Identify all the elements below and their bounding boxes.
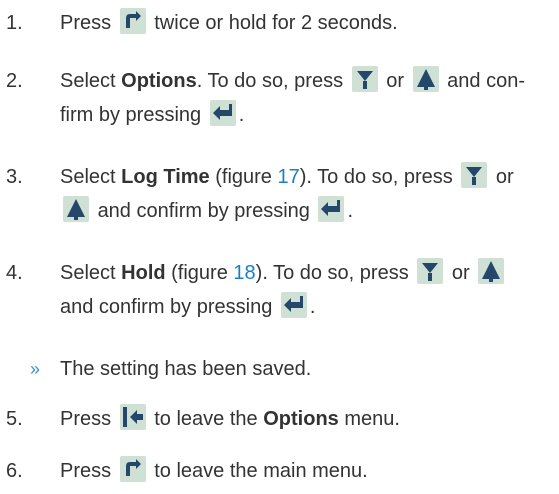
- figure-link[interactable]: 17: [278, 166, 300, 188]
- step-text: to leave the: [154, 408, 258, 430]
- menu-name: Options: [121, 70, 197, 92]
- arrow-down-icon: [417, 258, 444, 284]
- step-text: or: [495, 166, 514, 188]
- menu-rotate-icon: [119, 456, 146, 482]
- step-text: menu.: [344, 408, 400, 430]
- step-text: (figure: [165, 262, 234, 284]
- step-text: ). To do so, press: [255, 262, 409, 284]
- step-number: 3.: [6, 166, 23, 188]
- menu-name: Log Time: [121, 166, 210, 188]
- step-text: . To do so, press: [196, 70, 344, 92]
- step-text: .: [238, 104, 245, 126]
- step-text: and confirm by pressing: [97, 200, 310, 222]
- step-text: Select: [60, 262, 116, 284]
- step-text: ). To do so, press: [299, 166, 453, 188]
- step-text: and con-: [447, 70, 525, 92]
- step-text: and confirm by pressing: [60, 296, 273, 318]
- result-bullet: »: [30, 359, 41, 379]
- enter-icon: [209, 100, 236, 126]
- step-number: 2.: [6, 70, 23, 92]
- enter-icon: [280, 292, 307, 318]
- step-text: Press: [60, 460, 112, 482]
- step-number: 6.: [6, 460, 23, 482]
- step-text: twice or hold for 2 seconds.: [154, 12, 398, 34]
- step-text: .: [347, 200, 354, 222]
- step-text: Select: [60, 166, 116, 188]
- back-icon: [119, 404, 146, 430]
- arrow-up-icon: [63, 196, 89, 222]
- step-text: .: [309, 296, 316, 318]
- step-number: 4.: [6, 262, 23, 284]
- arrow-down-icon: [351, 66, 378, 92]
- step-text: Press: [60, 12, 112, 34]
- instruction-list: 1. Press twice or hold for 2 seconds. 2.…: [0, 0, 559, 494]
- arrow-up-icon: [412, 66, 439, 92]
- arrow-up-icon: [478, 258, 505, 284]
- step-text: or: [451, 262, 470, 284]
- step-text: The setting has been saved.: [60, 358, 312, 380]
- figure-link[interactable]: 18: [233, 262, 255, 284]
- menu-name: Options: [263, 408, 339, 430]
- step-text: Press: [60, 408, 112, 430]
- step-number: 1.: [6, 12, 23, 34]
- arrow-down-icon: [461, 162, 488, 188]
- menu-name: Hold: [121, 262, 166, 284]
- step-text: firm by pressing: [60, 104, 202, 126]
- step-text: to leave the main menu.: [154, 460, 368, 482]
- enter-icon: [318, 196, 345, 222]
- step-text: (figure: [209, 166, 278, 188]
- step-number: 5.: [6, 408, 23, 430]
- menu-rotate-icon: [119, 8, 146, 34]
- step-text: Select: [60, 70, 116, 92]
- step-text: or: [386, 70, 405, 92]
